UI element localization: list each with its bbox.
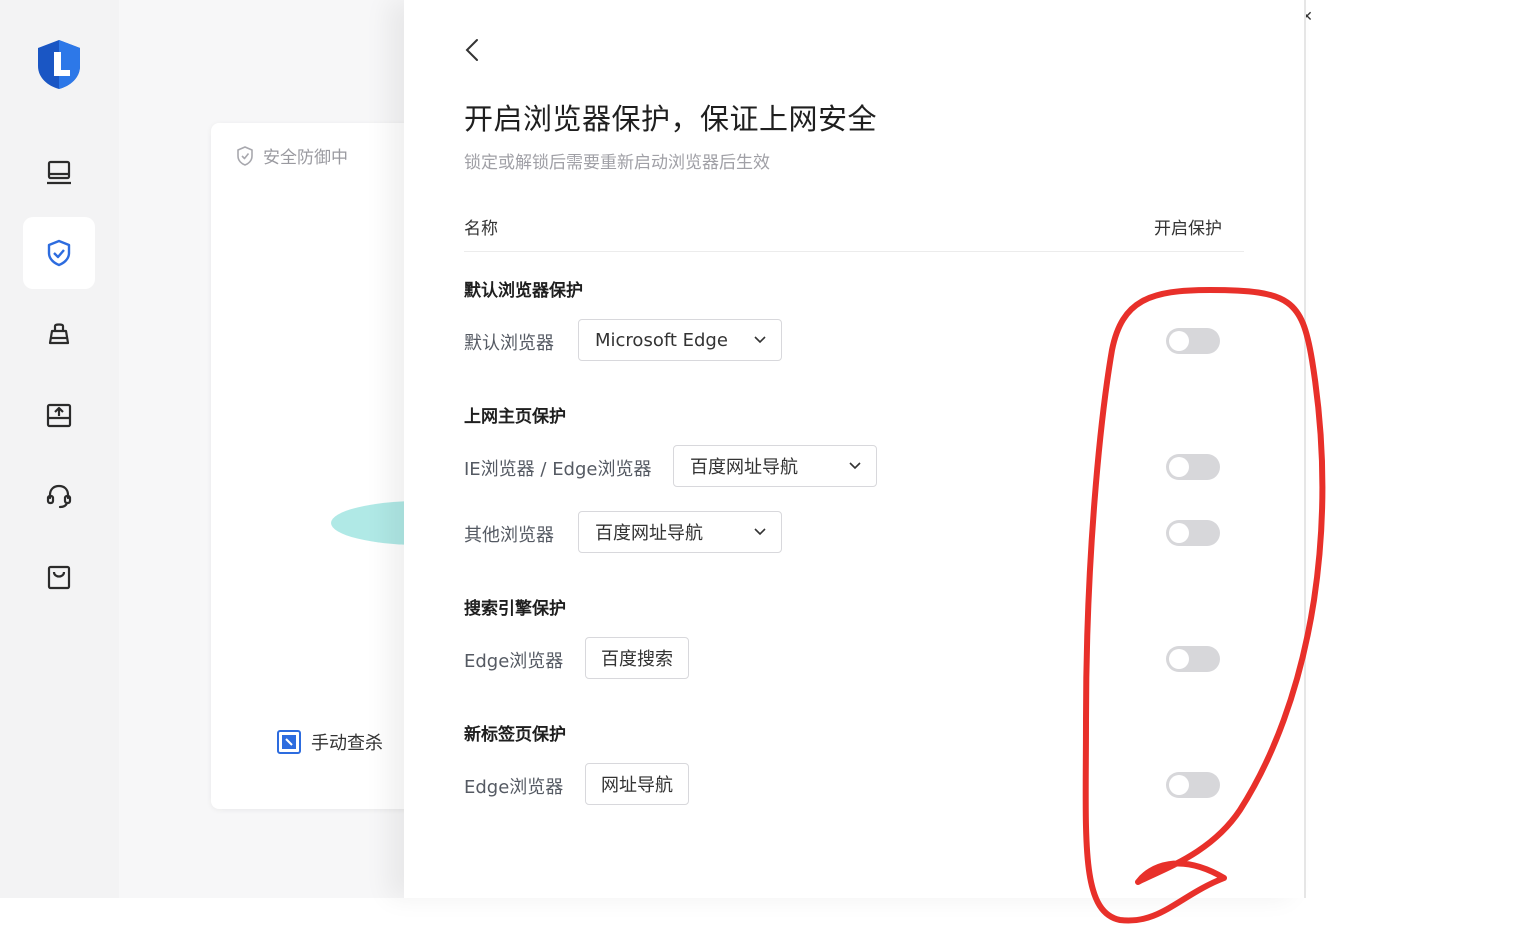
row-label-edge-newtab: Edge浏览器 [464,777,564,798]
app-logo-icon [38,40,80,89]
nav-upload[interactable] [23,379,95,451]
manual-scan-label: 手动查杀 [311,733,383,754]
section-title-search-engine: 搜索引擎保护 [464,599,566,619]
page-subtitle: 锁定或解锁后需要重新启动浏览器后生效 [464,153,770,173]
toggle-new-tab[interactable] [1166,772,1220,798]
toggle-knob [1169,457,1189,477]
section-title-new-tab: 新标签页保护 [464,725,566,745]
search-engine-value: 百度搜索 [601,649,673,670]
shield-outline-icon [237,145,253,166]
chevron-left-icon [465,39,478,61]
toggle-other-browser-homepage[interactable] [1166,520,1220,546]
manual-scan-icon [277,730,301,754]
headset-icon [46,484,72,509]
upload-box-icon [46,403,72,428]
toggle-knob [1169,775,1189,795]
toggle-search-engine[interactable] [1166,646,1220,672]
column-protect: 开启保护 [1154,219,1222,239]
sidebar [0,0,119,898]
shield-check-icon [47,239,71,267]
nav-store[interactable] [23,541,95,613]
nav-cleaner[interactable] [23,298,95,370]
cleaner-icon [48,323,70,345]
column-name: 名称 [464,219,498,239]
section-title-homepage: 上网主页保护 [464,407,566,427]
new-tab-value: 网址导航 [601,775,673,796]
toggle-knob [1169,523,1189,543]
chevron-down-icon [849,462,861,470]
toggle-default-browser[interactable] [1166,328,1220,354]
search-engine-value-box: 百度搜索 [585,637,689,679]
browser-protection-panel: 开启浏览器保护，保证上网安全 锁定或解锁后需要重新启动浏览器后生效 名称 开启保… [404,0,1306,898]
chevron-down-icon [754,528,766,536]
shopping-bag-icon [47,565,71,590]
toggle-ie-edge-homepage[interactable] [1166,454,1220,480]
back-button[interactable] [460,36,484,64]
toggle-knob [1169,331,1189,351]
nav-security[interactable] [23,217,95,289]
section-title-default-browser: 默认浏览器保护 [464,281,583,301]
ie-edge-homepage-value: 百度网址导航 [690,457,798,478]
new-tab-value-box: 网址导航 [585,763,689,805]
security-status: 安全防御中 [235,143,348,168]
other-browser-homepage-value: 百度网址导航 [595,523,703,544]
default-browser-select[interactable]: Microsoft Edge [578,319,782,361]
other-browser-homepage-select[interactable]: 百度网址导航 [578,511,782,553]
default-browser-value: Microsoft Edge [595,329,728,351]
row-label-default-browser: 默认浏览器 [464,333,554,354]
ie-edge-homepage-select[interactable]: 百度网址导航 [673,445,877,487]
column-header: 名称 开启保护 [464,214,1244,252]
computer-icon [47,160,71,185]
row-label-other-browser: 其他浏览器 [464,525,554,546]
nav-computer[interactable] [23,137,95,209]
nav-support[interactable] [23,460,95,532]
row-label-ie-edge: IE浏览器 / Edge浏览器 [464,459,652,480]
security-status-text: 安全防御中 [263,148,348,168]
chevron-down-icon [754,336,766,344]
row-label-edge-search: Edge浏览器 [464,651,564,672]
toggle-knob [1169,649,1189,669]
page-title: 开启浏览器保护，保证上网安全 [464,102,878,136]
manual-scan-button[interactable]: 手动查杀 [277,729,383,755]
